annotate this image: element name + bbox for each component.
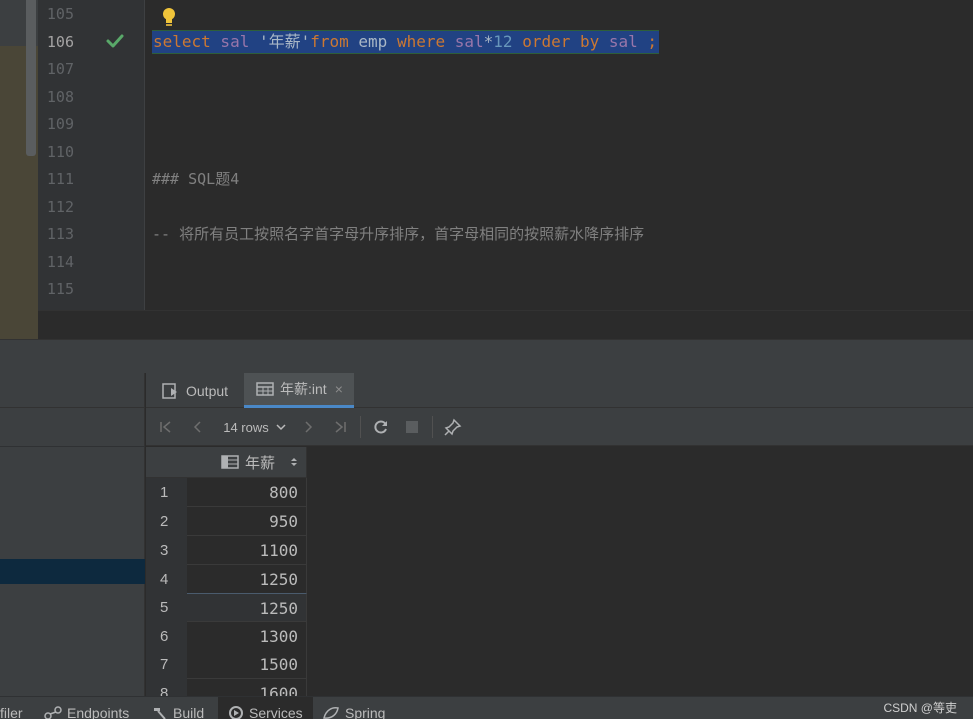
table-row[interactable]: 2 950 bbox=[146, 507, 307, 536]
lightbulb-icon[interactable] bbox=[160, 6, 178, 28]
line-number: 111 bbox=[46, 170, 74, 188]
editor-bottom-area bbox=[38, 310, 973, 339]
tab-output[interactable]: Output bbox=[162, 373, 228, 408]
row-number: 2 bbox=[160, 513, 169, 530]
row-number: 8 bbox=[160, 685, 169, 696]
previous-page-icon[interactable] bbox=[188, 416, 208, 438]
row-number: 4 bbox=[160, 571, 169, 588]
profiler-tool-button[interactable]: filer bbox=[0, 697, 23, 719]
table-cell[interactable]: 950 bbox=[187, 507, 307, 536]
line-number: 108 bbox=[46, 88, 74, 106]
spring-leaf-icon bbox=[323, 706, 339, 719]
line-number: 107 bbox=[46, 60, 74, 78]
stop-icon[interactable] bbox=[402, 416, 422, 438]
services-tree-panel[interactable] bbox=[0, 373, 145, 696]
sql-operator: * bbox=[483, 32, 494, 51]
results-toolbar: 14 rows bbox=[146, 408, 973, 446]
row-count-dropdown[interactable]: 14 rows bbox=[220, 416, 290, 438]
build-label: Build bbox=[173, 704, 205, 719]
spring-tool-button[interactable]: Spring bbox=[322, 697, 385, 719]
table-row[interactable]: 6 1300 bbox=[146, 622, 307, 651]
checkmark-icon[interactable] bbox=[105, 31, 125, 51]
table-row[interactable]: 3 1100 bbox=[146, 536, 307, 565]
table-icon bbox=[256, 382, 274, 396]
row-count-label: 14 rows bbox=[223, 419, 269, 435]
row-number: 6 bbox=[160, 628, 169, 645]
sql-keyword: from bbox=[310, 32, 349, 51]
project-panel-scrollbar[interactable] bbox=[26, 0, 36, 156]
tab-result-label: 年薪:int bbox=[280, 381, 327, 397]
output-icon bbox=[162, 382, 177, 399]
grid-corner[interactable] bbox=[146, 447, 187, 478]
panel-divider[interactable] bbox=[0, 339, 973, 373]
spring-label: Spring bbox=[345, 704, 386, 719]
next-page-icon[interactable] bbox=[298, 416, 318, 438]
sql-keyword: order by bbox=[512, 32, 600, 51]
row-number: 5 bbox=[160, 599, 169, 616]
table-row[interactable]: 1 800 bbox=[146, 478, 307, 507]
table-cell[interactable]: 1600 bbox=[187, 679, 307, 696]
results-tabs: Output 年薪:int × bbox=[146, 373, 973, 408]
hammer-icon bbox=[154, 707, 166, 719]
column-header[interactable]: 年薪 bbox=[187, 447, 307, 478]
row-number: 1 bbox=[160, 484, 169, 501]
pin-icon[interactable] bbox=[442, 416, 464, 438]
last-page-icon[interactable] bbox=[330, 416, 350, 438]
row-number: 7 bbox=[160, 656, 169, 673]
services-tree-selected-item[interactable] bbox=[0, 559, 145, 584]
line-number: 114 bbox=[46, 253, 74, 271]
table-cell[interactable]: 800 bbox=[187, 478, 307, 507]
sql-identifier: sal bbox=[210, 32, 259, 51]
line-number-current: 106 bbox=[46, 33, 74, 51]
watermark: CSDN @等吏 bbox=[883, 701, 957, 715]
sql-number: 12 bbox=[493, 32, 513, 51]
tab-output-label: Output bbox=[186, 382, 229, 399]
sql-table: emp bbox=[348, 32, 397, 51]
project-panel-edge bbox=[0, 0, 38, 339]
close-icon[interactable]: × bbox=[335, 381, 343, 397]
row-number: 3 bbox=[160, 542, 169, 559]
table-row[interactable]: 8 1600 bbox=[146, 679, 307, 696]
task-comment: -- 将所有员工按照名字首字母升序排序，首字母相同的按照薪水降序排序 bbox=[152, 225, 645, 243]
build-tool-button[interactable]: Build bbox=[152, 697, 204, 719]
heading-comment: ### SQL题4 bbox=[152, 170, 240, 188]
tab-result[interactable]: 年薪:int × bbox=[244, 373, 354, 408]
table-row-current[interactable]: 5 1250 bbox=[146, 593, 307, 622]
table-cell[interactable]: 1500 bbox=[187, 650, 307, 679]
first-page-icon[interactable] bbox=[156, 416, 176, 438]
sql-keyword: where bbox=[396, 32, 446, 51]
table-cell[interactable]: 1300 bbox=[187, 622, 307, 651]
endpoints-icon bbox=[44, 705, 62, 719]
profiler-label: filer bbox=[0, 704, 23, 719]
services-icon bbox=[229, 705, 243, 719]
sql-semicolon: ; bbox=[637, 32, 658, 51]
results-grid[interactable]: 年薪 1 800 2 950 3 1100 4 1250 5 1250 6 13… bbox=[146, 447, 973, 696]
services-tool-button[interactable]: Services bbox=[218, 697, 313, 719]
sql-identifier: sal bbox=[599, 32, 638, 51]
sql-keyword: select bbox=[153, 32, 211, 51]
table-cell[interactable]: 1250 bbox=[187, 565, 307, 594]
table-row[interactable]: 4 1250 bbox=[146, 565, 307, 594]
sort-icon[interactable] bbox=[289, 456, 299, 468]
line-number: 113 bbox=[46, 225, 74, 243]
services-label: Services bbox=[249, 704, 303, 719]
line-number: 115 bbox=[46, 280, 74, 298]
table-cell[interactable]: 1100 bbox=[187, 536, 307, 565]
line-number: 109 bbox=[46, 115, 74, 133]
line-number: 112 bbox=[46, 198, 74, 216]
line-number: 105 bbox=[46, 5, 74, 23]
column-header-label: 年薪 bbox=[245, 454, 276, 472]
chevron-down-icon bbox=[276, 424, 286, 431]
endpoints-label: Endpoints bbox=[67, 704, 130, 719]
column-icon bbox=[221, 455, 239, 469]
line-number: 110 bbox=[46, 143, 74, 161]
endpoints-tool-button[interactable]: Endpoints bbox=[44, 697, 129, 719]
table-row[interactable]: 7 1500 bbox=[146, 650, 307, 679]
sql-alias: '年薪' bbox=[258, 32, 311, 51]
refresh-icon[interactable] bbox=[370, 416, 392, 438]
table-cell[interactable]: 1250 bbox=[187, 593, 307, 622]
tool-window-bar: filer Endpoints Build Services Spring bbox=[0, 696, 973, 719]
sql-identifier: sal bbox=[445, 32, 484, 51]
sql-query-line[interactable]: select sal '年薪'from emp where sal*12 ord… bbox=[152, 30, 660, 54]
